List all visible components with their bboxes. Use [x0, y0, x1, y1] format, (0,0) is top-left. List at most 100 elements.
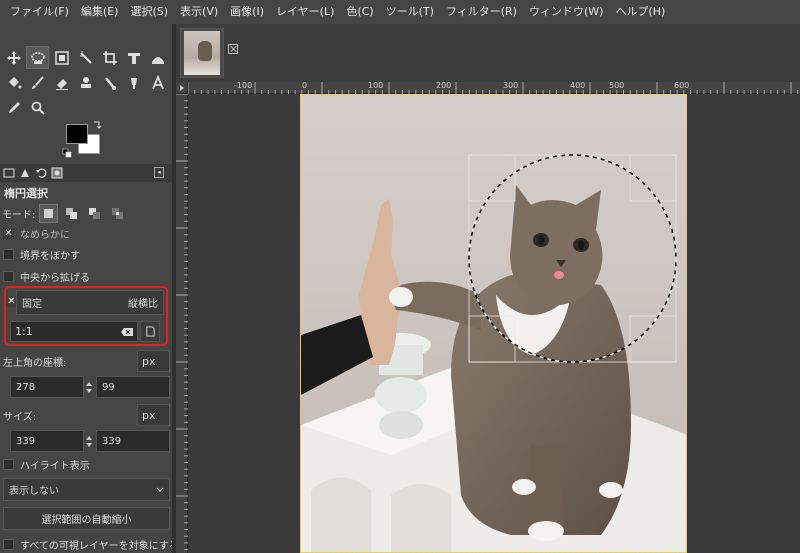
position-x-input[interactable]: 278	[10, 376, 84, 398]
position-label: 左上角の座標:	[3, 358, 67, 369]
menu-filters[interactable]: フィルター(R)	[440, 0, 523, 24]
image-canvas[interactable]	[300, 94, 687, 553]
mode-add-button[interactable]	[62, 204, 81, 223]
size-h-input[interactable]: 339	[96, 430, 170, 452]
menu-layer[interactable]: レイヤー(L)	[270, 0, 340, 24]
position-unit-value: px	[142, 354, 156, 368]
menu-help[interactable]: ヘルプ(H)	[609, 0, 671, 24]
expand-center-row[interactable]: 中央から拡げる	[3, 267, 90, 285]
size-unit-select[interactable]: px	[137, 404, 170, 426]
menu-tools[interactable]: ツール(T)	[380, 0, 440, 24]
smudge-tool[interactable]	[98, 71, 121, 94]
image-tab-cat[interactable]	[180, 28, 224, 78]
hruler-label: 500	[609, 82, 625, 90]
position-x-spinner[interactable]	[84, 376, 94, 398]
tab-images[interactable]	[50, 166, 64, 180]
foreground-color[interactable]	[66, 124, 88, 144]
clone-tool[interactable]	[74, 71, 97, 94]
chevron-down-icon	[156, 487, 164, 492]
highlight-label: ハイライト表示	[20, 460, 90, 472]
menu-edit[interactable]: 編集(E)	[75, 0, 125, 24]
eraser-tool[interactable]	[50, 71, 73, 94]
mode-intersect-icon	[112, 207, 124, 219]
guides-dropdown[interactable]: 表示しない	[3, 478, 170, 501]
magnifier-icon	[31, 101, 45, 115]
tool-options-title: 楕円選択	[4, 187, 48, 200]
clear-icon[interactable]	[121, 327, 133, 336]
menu-select[interactable]: 選択(S)	[124, 0, 174, 24]
paintbrush-tool[interactable]	[26, 71, 49, 94]
default-colors-icon[interactable]	[62, 148, 72, 158]
ruler-corner[interactable]	[176, 82, 188, 94]
ratio-input[interactable]: 1:1	[10, 321, 138, 342]
triangle-right-icon	[180, 85, 184, 91]
bucket-top-tool[interactable]	[146, 46, 169, 69]
mode-intersect-button[interactable]	[108, 204, 127, 223]
size-w-input[interactable]: 339	[10, 430, 84, 452]
tab-device-status[interactable]	[18, 166, 32, 180]
canvas-area[interactable]: -100 0 100 200 300 400 500 600	[176, 82, 800, 553]
expand-center-label: 中央から拡げる	[20, 272, 90, 284]
ellipse-select-tool[interactable]	[26, 46, 49, 69]
all-layers-label: すべての可視レイヤーを対象にする	[20, 540, 179, 552]
menu-bar: ファイル(F) 編集(E) 選択(S) 表示(V) 画像(I) レイヤー(L) …	[0, 0, 800, 24]
all-layers-row[interactable]: すべての可視レイヤーを対象にする	[3, 535, 179, 553]
antialias-checkbox[interactable]: ✕	[3, 227, 14, 239]
hruler-label: -100	[234, 82, 253, 90]
images-icon	[51, 167, 63, 179]
horizontal-ruler[interactable]: -100 0 100 200 300 400 500 600	[188, 82, 800, 94]
tab-undo-history[interactable]	[34, 166, 48, 180]
tab-tool-options[interactable]	[2, 166, 16, 180]
position-unit-select[interactable]: px	[137, 350, 170, 372]
hruler-label: 400	[570, 82, 586, 90]
antialias-row[interactable]: ✕ なめらかに	[3, 224, 70, 242]
menu-image[interactable]: 画像(I)	[224, 0, 270, 24]
mode-replace-button[interactable]	[39, 203, 59, 223]
dock-tabs: ◂	[0, 164, 172, 182]
size-w-value: 339	[16, 435, 36, 447]
menu-file[interactable]: ファイル(F)	[4, 0, 75, 24]
menu-view[interactable]: 表示(V)	[174, 0, 224, 24]
feather-row[interactable]: 境界をぼかす	[3, 245, 80, 263]
cat-photo	[301, 95, 686, 552]
color-swatches[interactable]	[62, 120, 112, 160]
hruler-label: 300	[503, 82, 519, 90]
color-picker-tool[interactable]	[2, 96, 25, 119]
highlight-checkbox[interactable]	[3, 458, 14, 470]
dock-menu-icon[interactable]: ◂	[154, 167, 164, 178]
warp-icon	[151, 56, 164, 64]
auto-shrink-label: 選択範囲の自動縮小	[41, 515, 132, 526]
fuzzy-select-tool[interactable]	[74, 46, 97, 69]
mode-label: モード:	[2, 209, 36, 221]
size-w-spinner[interactable]	[84, 430, 94, 452]
tool-options-icon	[3, 168, 15, 178]
zoom-tool[interactable]	[26, 96, 49, 119]
mode-subtract-button[interactable]	[85, 204, 104, 223]
expand-center-checkbox[interactable]	[3, 270, 14, 282]
fixed-label: 固定	[22, 299, 42, 310]
position-y-input[interactable]: 99	[96, 376, 170, 398]
size-h-value: 339	[102, 435, 122, 447]
size-label: サイズ:	[3, 412, 37, 423]
move-tool[interactable]	[2, 46, 25, 69]
fixed-dropdown[interactable]: 固定 縦横比	[16, 290, 164, 315]
dodge-tool[interactable]	[122, 71, 145, 94]
highlight-row[interactable]: ハイライト表示	[3, 455, 90, 473]
menu-windows[interactable]: ウィンドウ(W)	[523, 0, 609, 24]
undo-history-icon	[36, 168, 47, 178]
close-icon[interactable]	[228, 44, 238, 54]
crop-icon	[102, 50, 117, 65]
swap-colors-icon[interactable]	[92, 120, 102, 130]
all-layers-checkbox[interactable]	[3, 538, 14, 550]
transform-tool[interactable]	[122, 46, 145, 69]
text-tool[interactable]	[146, 71, 169, 94]
auto-shrink-button[interactable]: 選択範囲の自動縮小	[3, 507, 170, 530]
crop-tool[interactable]	[98, 46, 121, 69]
crop-rect-tool[interactable]	[50, 46, 73, 69]
vertical-ruler[interactable]	[176, 94, 188, 553]
ratio-document-button[interactable]	[140, 321, 160, 342]
bucket-fill-tool[interactable]	[2, 71, 25, 94]
menu-colors[interactable]: 色(C)	[340, 0, 379, 24]
hruler-ticks	[188, 82, 799, 94]
feather-checkbox[interactable]	[3, 248, 14, 260]
